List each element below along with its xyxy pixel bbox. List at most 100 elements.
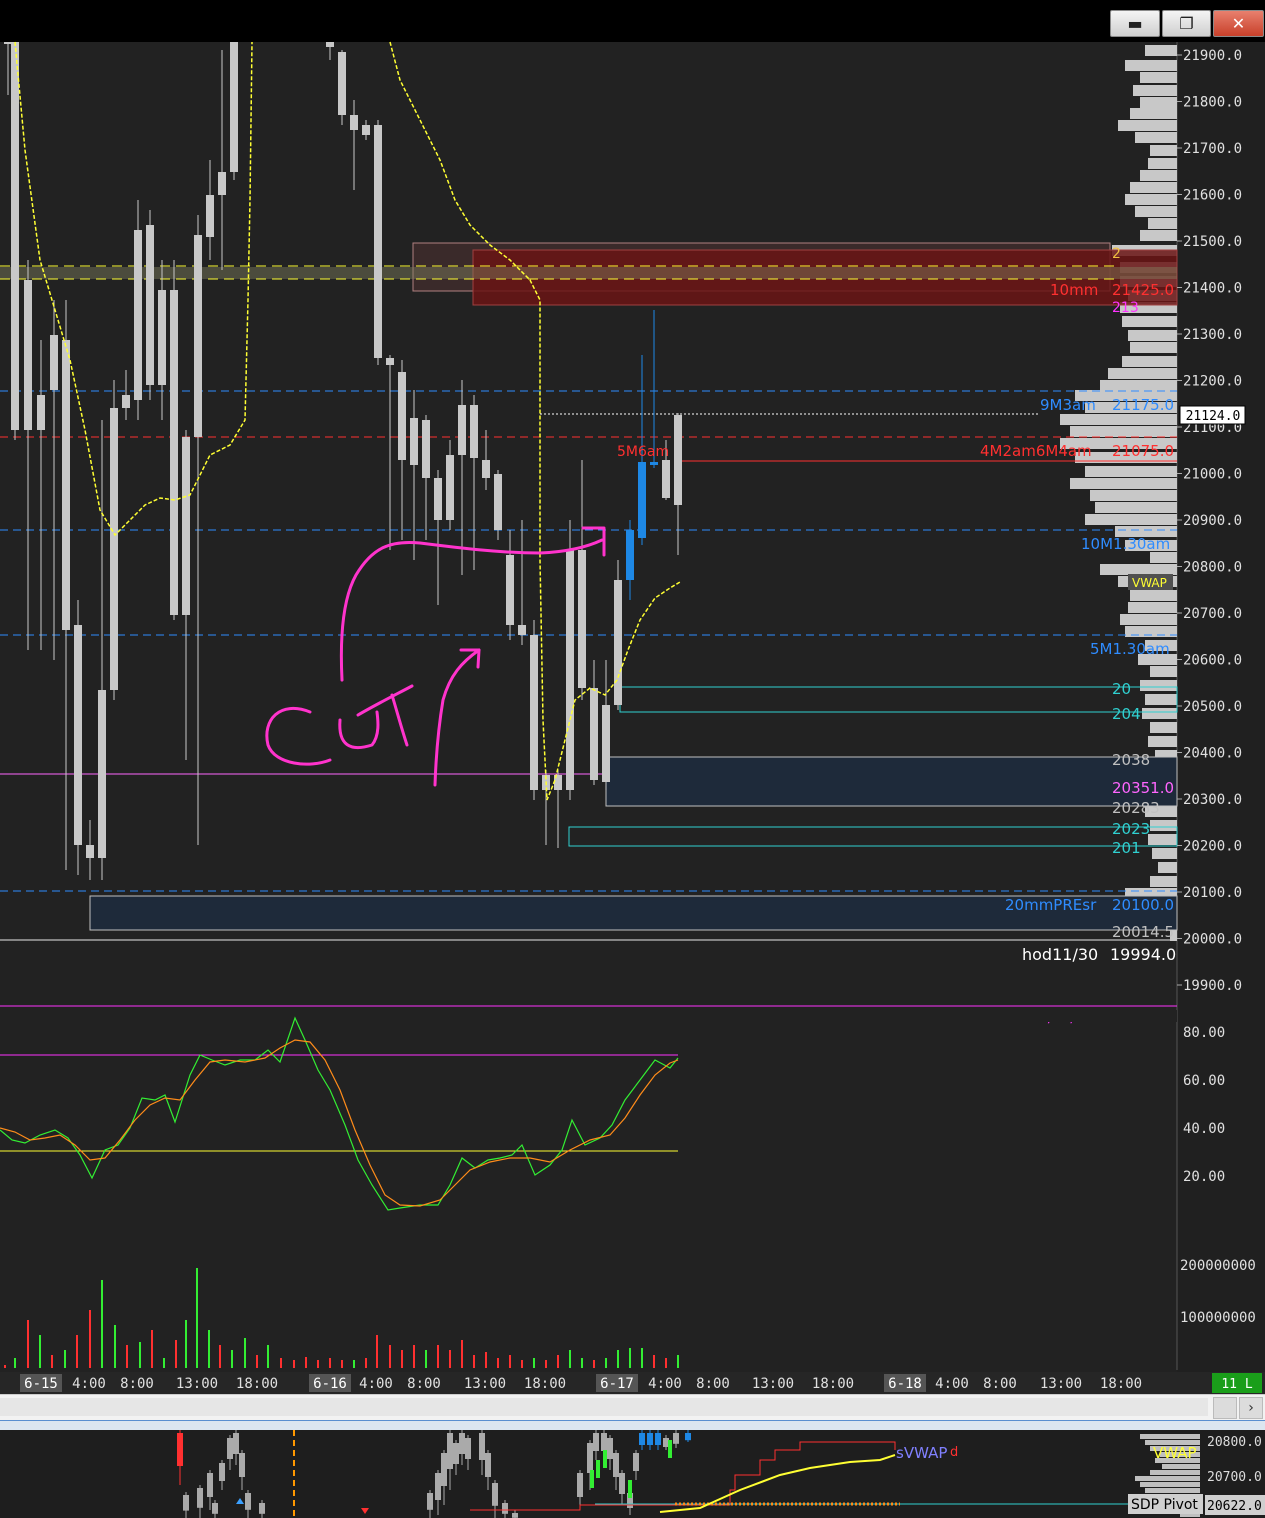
- candle-body: [482, 460, 490, 478]
- volume-bars: [4, 1268, 679, 1368]
- candle-body: [386, 358, 394, 365]
- label-21425: 21425.0: [1112, 281, 1174, 299]
- price-tick-label: 21300.0: [1183, 327, 1242, 343]
- profile-bar: [1120, 614, 1177, 625]
- profile-bar: [1140, 72, 1177, 83]
- mini-candle-body: [613, 1453, 619, 1477]
- price-tick-label: 21200.0: [1183, 374, 1242, 390]
- label-2038: 2038: [1112, 751, 1150, 769]
- oscillator-tick-label: 40.00: [1183, 1121, 1225, 1137]
- mini-candle-body: [447, 1433, 453, 1469]
- horizontal-scrollbar[interactable]: ›: [0, 1394, 1265, 1421]
- mini-red-line: [470, 1441, 896, 1511]
- candle-body: [398, 372, 406, 460]
- label-20014: 20014.5: [1112, 923, 1174, 941]
- profile-bar: [1150, 820, 1177, 831]
- candle-body: [362, 125, 370, 135]
- label-cyan-20: 20: [1112, 680, 1131, 698]
- label-201: 201: [1112, 839, 1141, 857]
- mini-candle-body: [619, 1473, 625, 1494]
- mini-profile-bar: [1150, 1470, 1200, 1475]
- profile-bar: [1100, 564, 1177, 575]
- profile-bar: [1150, 145, 1177, 156]
- mini-chart-panel[interactable]: sVWAP d VWAP SDP Pivot 20800.0 20700.0 2…: [0, 1430, 1265, 1518]
- mini-label-d: d: [950, 1445, 958, 1460]
- profile-bar: [1158, 862, 1177, 873]
- candle-body: [602, 705, 610, 782]
- candle-body: [434, 478, 442, 520]
- price-tick-label: 21500.0: [1183, 234, 1242, 250]
- profile-bar: [1128, 602, 1177, 613]
- candle-body: [566, 550, 574, 790]
- mini-candle-body: [227, 1438, 233, 1459]
- mini-chart-separator: [0, 1420, 1265, 1430]
- candle-body: [194, 235, 202, 437]
- price-tick-label: 20700.0: [1183, 606, 1242, 622]
- time-label: 18:00: [524, 1376, 566, 1392]
- time-axis[interactable]: 6-15 6-16 6-17 6-18 4:00 8:00 13:00 18:00 4:…: [0, 1372, 1265, 1394]
- scrollbar-thumb[interactable]: [0, 1398, 1208, 1416]
- time-label: 4:00: [72, 1376, 106, 1392]
- mini-profile-bar: [1135, 1476, 1200, 1481]
- candle-body: [422, 420, 430, 478]
- mini-candle-body: [239, 1453, 245, 1477]
- label-20283: 20283: [1112, 799, 1160, 817]
- profile-bar: [1130, 108, 1177, 119]
- candle-body: [470, 405, 478, 458]
- price-chart[interactable]: 21900.0 21800.0 21700.0 21600.0 21500.0 21400…: [0, 0, 1265, 1372]
- profile-bar: [1070, 426, 1177, 437]
- candle-body: [350, 115, 358, 130]
- mini-candle-body: [233, 1433, 239, 1454]
- mini-candle-body: [177, 1433, 183, 1466]
- profile-bar: [1152, 848, 1177, 859]
- label-21175: 21175.0: [1112, 396, 1174, 414]
- time-label: 18:00: [1100, 1376, 1142, 1392]
- scroll-right-button[interactable]: ›: [1239, 1397, 1263, 1419]
- profile-bar: [1142, 708, 1177, 719]
- mini-sell-arrow-icon: [361, 1508, 369, 1514]
- label-10mm: 10mm: [1050, 281, 1098, 299]
- profile-bar: [1125, 60, 1177, 71]
- price-tick-label: 20800.0: [1183, 560, 1242, 576]
- scroll-left-button[interactable]: [1213, 1397, 1237, 1419]
- mini-candle-body: [245, 1493, 251, 1510]
- profile-bar: [1125, 194, 1177, 205]
- price-tick-label: 21600.0: [1183, 188, 1242, 204]
- candle-body: [590, 688, 598, 780]
- mini-candle-body: [479, 1433, 485, 1460]
- oscillator-tick-label: 80.00: [1183, 1025, 1225, 1041]
- profile-bar: [1100, 380, 1177, 391]
- oscillator-axis-ticks: 80.00 60.00 40.00 20.00: [1183, 1025, 1225, 1185]
- price-tick-label: 20200.0: [1183, 839, 1242, 855]
- candle-body: [24, 280, 32, 430]
- time-label: 13:00: [752, 1376, 794, 1392]
- price-tick-label: 20900.0: [1183, 513, 1242, 529]
- mini-candle-body: [647, 1433, 653, 1445]
- price-tick-label: 21900.0: [1183, 48, 1242, 64]
- price-tick-label: 21000.0: [1183, 467, 1242, 483]
- candle-body: [446, 455, 454, 520]
- price-tick-label: 20600.0: [1183, 653, 1242, 669]
- mini-profile-bar: [1140, 1434, 1200, 1439]
- stoch-k-line: [0, 1016, 679, 1211]
- mini-label-vwap: VWAP: [1153, 1444, 1197, 1462]
- candle-body: [50, 335, 58, 390]
- oscillator-tick-label: 60.00: [1183, 1073, 1225, 1089]
- candle-body: [134, 230, 142, 400]
- volume-tick-label: 200000000: [1180, 1258, 1256, 1274]
- price-tick-label: 20100.0: [1183, 885, 1242, 901]
- mini-candle-body: [655, 1433, 661, 1445]
- candle-body: [62, 340, 70, 630]
- profile-bar: [1085, 514, 1177, 525]
- label-cyan-204: 204: [1112, 705, 1141, 723]
- current-price-value: 21124.0: [1186, 409, 1241, 424]
- candle-body: [338, 52, 346, 115]
- label-4m2am6m4am: 4M2am6M4am: [980, 442, 1092, 460]
- profile-bar: [1140, 170, 1177, 181]
- candlesticks: [4, 42, 682, 880]
- profile-bar: [1090, 490, 1177, 501]
- mini-green-candle: [603, 1450, 607, 1468]
- time-label: 8:00: [407, 1376, 441, 1392]
- label-vwap: VWAP: [1132, 576, 1167, 590]
- zone-grey: [605, 756, 1178, 807]
